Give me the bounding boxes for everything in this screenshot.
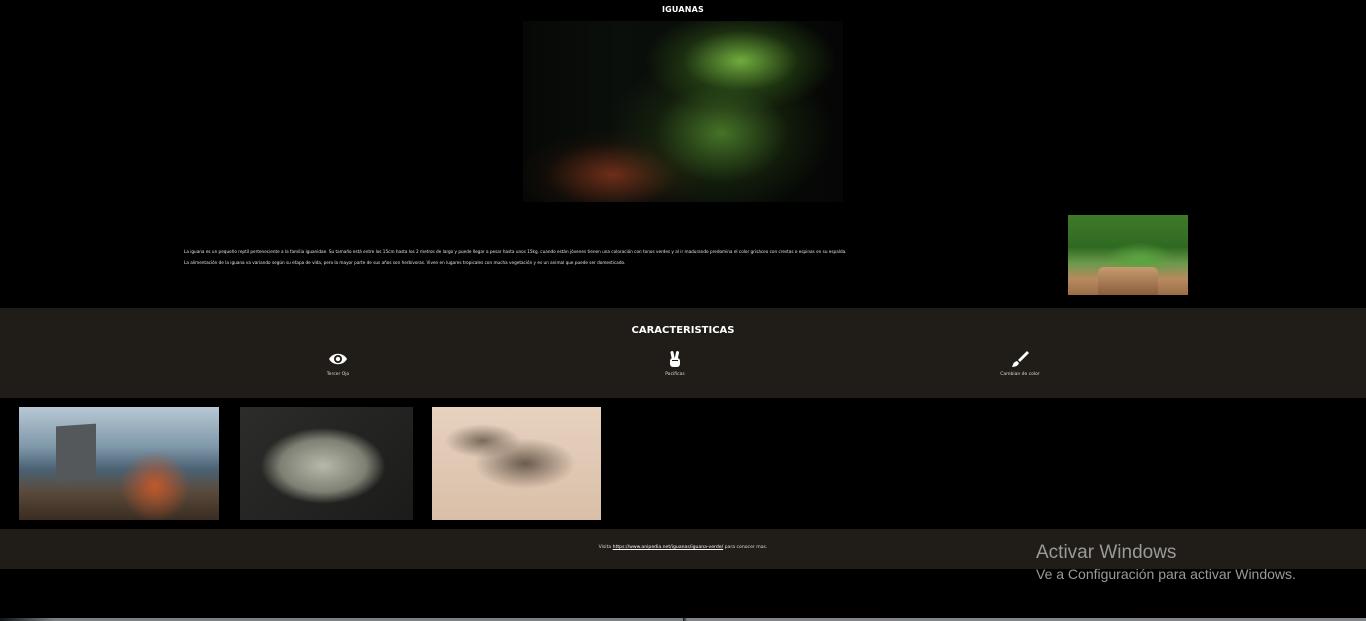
gallery-image-iguana-beach [19,407,219,520]
features-title: CARACTERISTICAS [631,325,735,336]
peace-hand-icon [670,351,680,367]
feature-label: Tercer Ojo [326,372,350,377]
watermark-title: Activar Windows [1036,542,1177,563]
intro-text: La iguana es un pequeño reptil perteneci… [184,246,944,268]
feature-third-eye: Tercer Ojo [288,350,388,377]
paint-brush-icon [1012,351,1029,367]
footer-suffix: para conocer mas. [724,545,768,550]
hero-iguana-image [523,21,843,202]
page-title: IGUANAS [661,5,705,14]
feature-color-change: Cambian de color [970,350,1070,377]
footer-prefix: Visita [598,545,612,550]
feature-label: Pacificas [665,372,685,377]
footer-link[interactable]: https://www.anipedia.net/iguanas/iguana-… [613,545,723,550]
intro-paragraph-1: La iguana es un pequeño reptil perteneci… [184,249,847,254]
side-iguana-image [1068,215,1188,295]
windows-activation-watermark: Activar Windows Ve a Configuración para … [1036,541,1296,583]
feature-peaceful: Pacificas [625,350,725,377]
gallery-image-iguana-head [240,407,413,520]
gallery-image-iguana-group [432,407,601,520]
intro-paragraph-2: La alimentación de la iguana va variando… [184,260,626,265]
features-section: CARACTERISTICAS Tercer Ojo Pacificas Cam… [0,308,1366,398]
watermark-subtitle: Ve a Configuración para activar Windows. [1036,566,1296,582]
feature-label: Cambian de color [1000,372,1040,377]
eye-icon [329,353,347,365]
